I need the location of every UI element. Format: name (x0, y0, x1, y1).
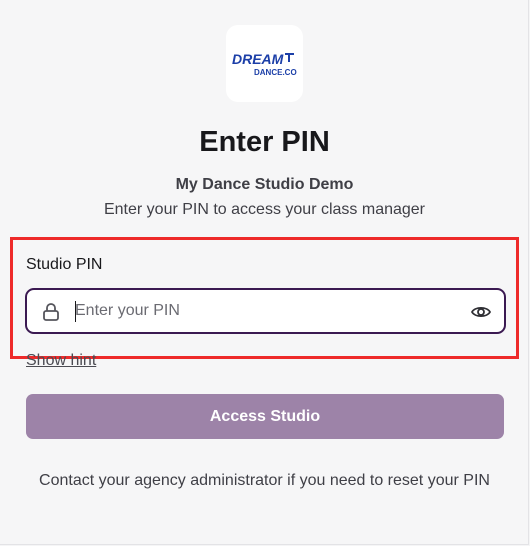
lock-icon (43, 303, 59, 321)
eye-icon[interactable] (470, 302, 492, 322)
text-caret (75, 301, 76, 322)
pin-input[interactable] (75, 299, 455, 323)
svg-text:DANCE.CO: DANCE.CO (254, 68, 297, 77)
pin-input-container[interactable] (25, 288, 506, 334)
svg-text:DREAM: DREAM (232, 51, 284, 67)
page-subtitle: Enter your PIN to access your class mana… (103, 201, 426, 218)
show-hint-link[interactable]: Show hint (26, 352, 96, 370)
reset-pin-note: Contact your agency administrator if you… (39, 472, 490, 489)
dream-dance-logo-icon: DREAM DANCE.CO (232, 51, 297, 77)
studio-name: My Dance Studio Demo (175, 176, 354, 193)
access-studio-button[interactable]: Access Studio (26, 394, 504, 439)
studio-logo: DREAM DANCE.CO (226, 25, 303, 102)
pin-login-card: DREAM DANCE.CO Enter PIN My Dance Studio… (0, 0, 529, 545)
page-title: Enter PIN (199, 126, 330, 158)
pin-field-label: Studio PIN (26, 256, 103, 273)
